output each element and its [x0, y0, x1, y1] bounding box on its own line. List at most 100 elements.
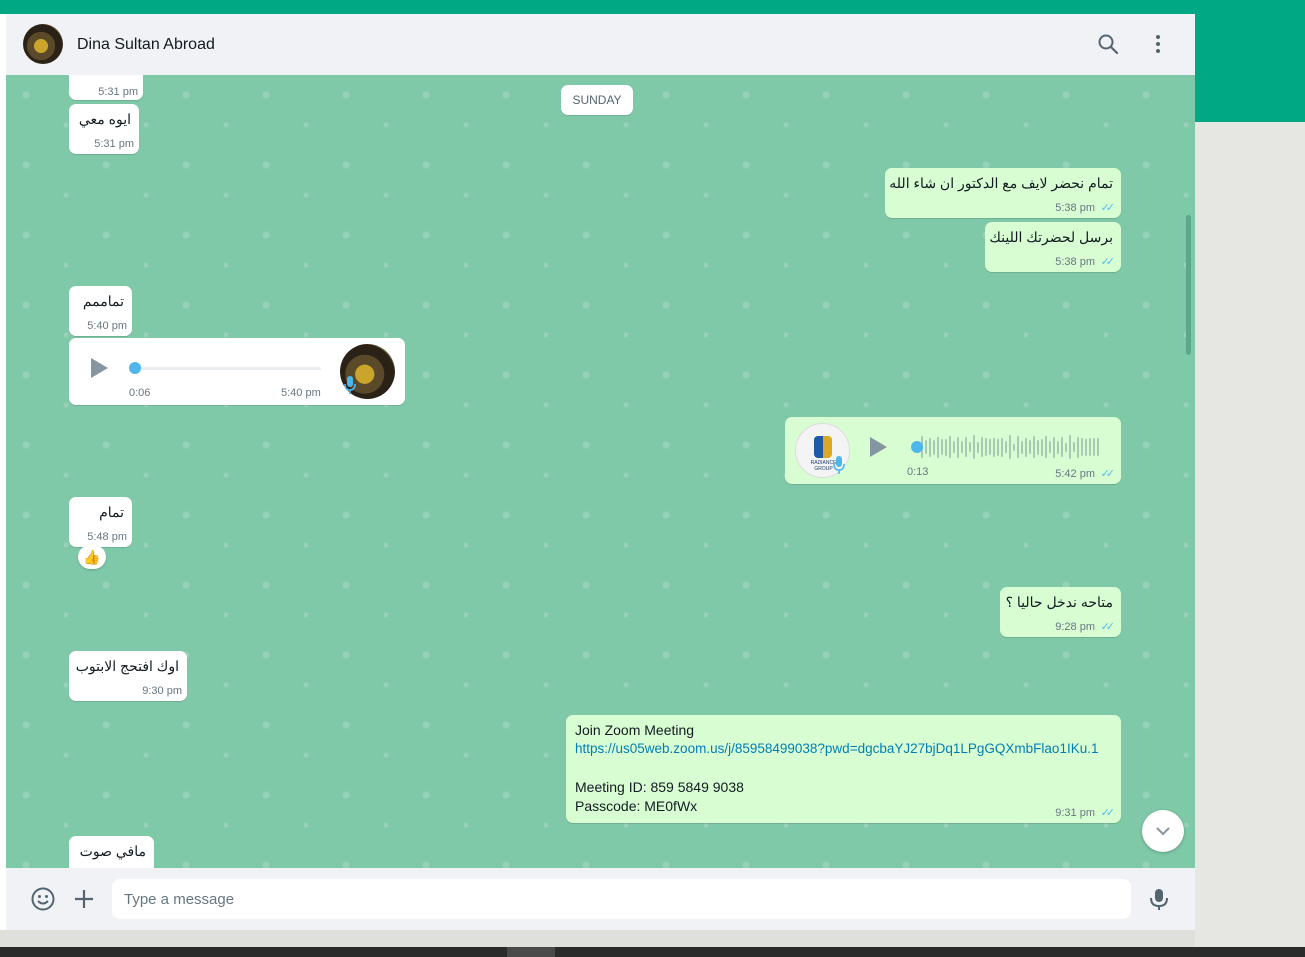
waveform-bar — [1033, 436, 1035, 458]
message-bubble-outgoing[interactable]: Join Zoom Meeting https://us05web.zoom.u… — [566, 715, 1121, 823]
waveform-bar — [945, 438, 947, 456]
chat-area[interactable]: 5:31 pm SUNDAY ايوه معي 5:31 pm تمام نحض… — [6, 75, 1195, 868]
app-top-band — [0, 0, 1305, 14]
voice-duration: 0:06 — [129, 387, 151, 399]
chat-header: Dina Sultan Abroad — [0, 14, 1195, 75]
menu-dots-icon[interactable] — [1146, 32, 1170, 56]
waveform-bar — [1009, 435, 1011, 459]
message-bubble-outgoing[interactable]: تمام نحضر لايف مع الدكتور ان شاء الله 5:… — [885, 168, 1121, 218]
waveform-bar — [961, 441, 963, 453]
waveform-bar — [977, 441, 979, 453]
waveform-bar — [957, 436, 959, 458]
waveform-bar — [1077, 436, 1079, 458]
play-icon[interactable] — [870, 437, 887, 457]
message-time: 5:31 pm — [94, 138, 134, 150]
waveform-bar — [965, 437, 967, 457]
message-time: 5:42 pm — [1055, 468, 1095, 480]
read-receipt-icon: ✓✓ — [1100, 202, 1116, 214]
message-time: 5:31 pm — [98, 86, 138, 98]
waveform-bar — [1005, 441, 1007, 453]
composer-bar — [0, 868, 1195, 930]
message-time: 5:38 pm — [1055, 256, 1095, 268]
read-receipt-icon: ✓✓ — [1100, 256, 1116, 268]
message-bubble-incoming[interactable]: تماممم 5:40 pm — [69, 286, 132, 336]
voice-waveform[interactable] — [917, 433, 1102, 461]
message-input[interactable] — [112, 879, 1131, 919]
play-icon[interactable] — [91, 358, 108, 378]
message-text: اوك افتحج الابتوب — [75, 658, 179, 674]
waveform-bar — [1073, 442, 1075, 452]
message-bubble-incoming[interactable]: 5:31 pm — [69, 75, 143, 100]
message-bubble-incoming[interactable]: مافي صوت — [69, 836, 154, 868]
waveform-bar — [989, 439, 991, 455]
waveform-bar — [993, 437, 995, 457]
contact-name[interactable]: Dina Sultan Abroad — [77, 36, 215, 54]
zoom-link[interactable]: https://us05web.zoom.us/j/85958499038?pw… — [575, 741, 1098, 756]
message-time: 5:48 pm — [87, 531, 127, 543]
waveform-bar — [1021, 440, 1023, 454]
waveform-bar — [1081, 438, 1083, 456]
message-time: 5:40 pm — [87, 320, 127, 332]
waveform-bar — [1057, 440, 1059, 454]
meeting-passcode: Passcode: ME0fWx — [575, 798, 698, 814]
waveform-bar — [1045, 436, 1047, 458]
waveform-bar — [925, 440, 927, 454]
background-panel — [1195, 122, 1305, 947]
waveform-bar — [949, 436, 951, 458]
waveform-bar — [969, 442, 971, 452]
message-text: تمام نحضر لايف مع الدكتور ان شاء الله — [889, 175, 1113, 191]
voice-progress-handle[interactable] — [129, 362, 141, 374]
waveform-bar — [997, 438, 999, 456]
read-receipt-icon: ✓✓ — [1100, 468, 1116, 480]
waveform-bar — [985, 438, 987, 456]
message-text: تماممم — [82, 293, 124, 309]
attach-plus-icon[interactable] — [71, 886, 97, 912]
message-text: متاحه ندخل حاليا ؟ — [1005, 594, 1113, 610]
message-bubble-incoming[interactable]: ايوه معي 5:31 pm — [69, 104, 139, 154]
meeting-id: Meeting ID: 859 5849 9038 — [575, 779, 744, 795]
waveform-bar — [1029, 440, 1031, 454]
message-bubble-incoming[interactable]: اوك افتحج الابتوب 9:30 pm — [69, 651, 187, 701]
chevron-down-icon — [1156, 827, 1170, 836]
message-bubble-outgoing[interactable]: برسل لحضرتك اللينك 5:38 pm ✓✓ — [985, 222, 1121, 272]
message-time: 9:28 pm — [1055, 621, 1095, 633]
microphone-icon[interactable] — [1146, 886, 1172, 912]
search-icon[interactable] — [1096, 32, 1120, 56]
waveform-bar — [1097, 438, 1099, 456]
brand-logo — [814, 436, 832, 458]
waveform-bar — [1065, 442, 1067, 452]
waveform-bar — [1089, 438, 1091, 456]
message-time: 5:38 pm — [1055, 202, 1095, 214]
voice-progress-track[interactable] — [131, 367, 321, 370]
voice-progress-handle[interactable] — [911, 441, 923, 453]
os-taskbar — [0, 947, 1305, 957]
chat-scrollbar[interactable] — [1186, 215, 1191, 355]
waveform-bar — [929, 437, 931, 457]
voice-message-incoming[interactable]: 0:06 5:40 pm — [69, 338, 405, 405]
voice-message-outgoing[interactable]: RADIANCE GROUP 0:13 5:42 pm ✓✓ — [785, 417, 1121, 484]
voice-duration: 0:13 — [907, 466, 929, 478]
waveform-bar — [933, 439, 935, 455]
waveform-bar — [1053, 436, 1055, 458]
waveform-bar — [1013, 443, 1015, 451]
message-bubble-incoming[interactable]: تمام 5:48 pm — [69, 497, 132, 547]
waveform-bar — [941, 439, 943, 455]
message-time: 5:40 pm — [281, 387, 321, 399]
message-text: مافي صوت — [79, 843, 146, 859]
message-text: برسل لحضرتك اللينك — [989, 229, 1113, 245]
waveform-bar — [1069, 435, 1071, 459]
waveform-bar — [937, 436, 939, 458]
reaction-badge[interactable]: 👍 — [78, 545, 106, 569]
message-bubble-outgoing[interactable]: متاحه ندخل حاليا ؟ 9:28 pm ✓✓ — [1000, 587, 1121, 637]
zoom-title: Join Zoom Meeting — [575, 722, 695, 738]
scroll-to-bottom-button[interactable] — [1142, 810, 1184, 852]
taskbar-item[interactable] — [507, 947, 555, 957]
contact-avatar[interactable] — [23, 24, 63, 64]
read-receipt-icon: ✓✓ — [1100, 807, 1116, 819]
waveform-bar — [1017, 436, 1019, 458]
waveform-bar — [981, 437, 983, 457]
waveform-bar — [953, 441, 955, 453]
emoji-icon[interactable] — [30, 886, 56, 912]
waveform-bar — [1025, 437, 1027, 457]
chat-window: Dina Sultan Abroad 5:31 pm SUNDAY ايوه م… — [0, 14, 1195, 930]
